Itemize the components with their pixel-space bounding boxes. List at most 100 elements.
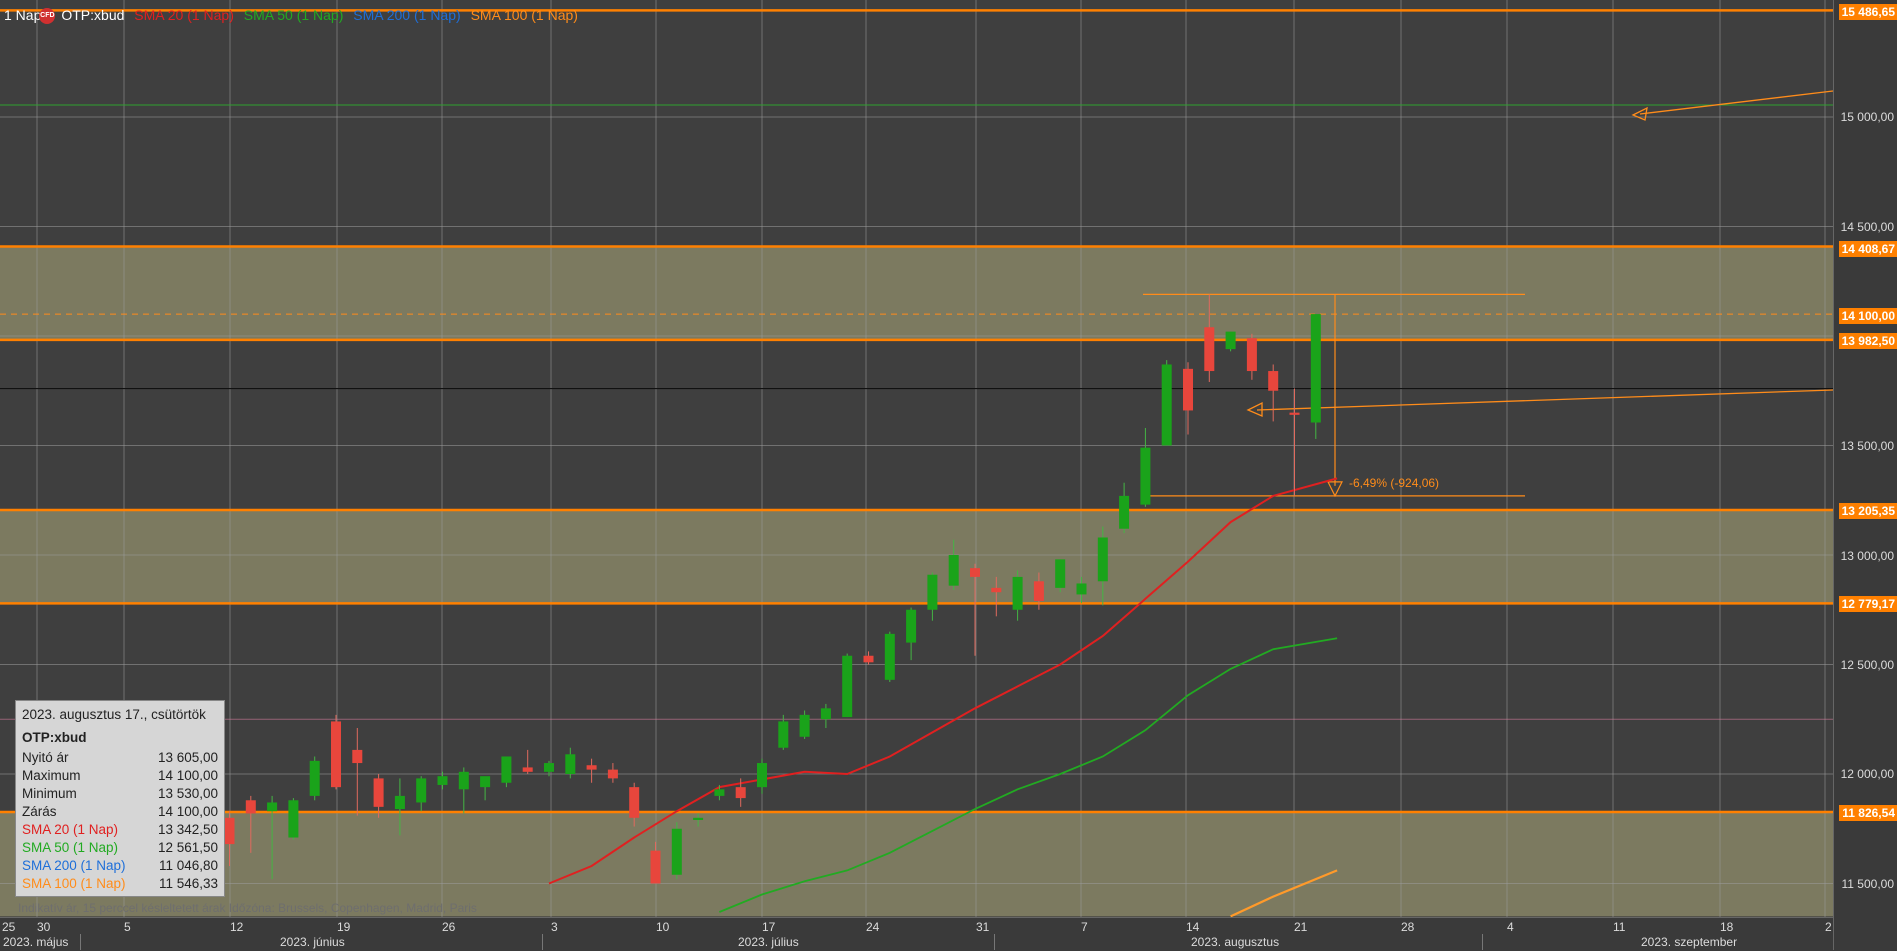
candle-body bbox=[927, 574, 938, 610]
price-axis[interactable]: 15 000,00 14 500,00 13 500,00 13 000,00 … bbox=[1833, 0, 1897, 950]
candle-body bbox=[948, 555, 959, 586]
trend-line bbox=[1256, 389, 1833, 411]
candle-body bbox=[331, 721, 341, 788]
month-label: 2023. szeptember bbox=[1641, 935, 1738, 949]
date-tick: 7 bbox=[1081, 920, 1088, 934]
date-tick: 4 bbox=[1507, 920, 1514, 934]
candle-body bbox=[288, 800, 299, 838]
indicator-sma100-label[interactable]: SMA 100 (1 Nap) bbox=[471, 7, 578, 23]
symbol-label[interactable]: OTP:xbud bbox=[61, 7, 124, 23]
candle-body bbox=[842, 655, 853, 718]
date-tick: 17 bbox=[762, 920, 776, 934]
candle-body bbox=[778, 721, 789, 748]
date-tick: 2 bbox=[1825, 920, 1832, 934]
candle-body bbox=[1161, 364, 1172, 446]
candle-body bbox=[309, 760, 320, 796]
month-separator bbox=[994, 934, 995, 950]
candle-body bbox=[245, 800, 256, 814]
candle-body bbox=[735, 787, 746, 799]
candle-body bbox=[1140, 447, 1151, 505]
date-tick: 25 bbox=[2, 920, 16, 934]
candle-body bbox=[1289, 412, 1300, 415]
info-row-sma20: SMA 20 (1 Nap) 13 342,50 bbox=[22, 822, 218, 837]
candle-body bbox=[394, 795, 405, 810]
info-row-close: Zárás 14 100,00 bbox=[22, 804, 218, 819]
date-tick: 28 bbox=[1401, 920, 1415, 934]
date-tick: 11 bbox=[1613, 920, 1626, 934]
indicator-sma50-label[interactable]: SMA 50 (1 Nap) bbox=[244, 7, 344, 23]
chart-plot-area[interactable]: -6,49% (-924,06) 1 NapCFD OTP:xbud SMA 20… bbox=[0, 0, 1833, 917]
month-label: 2023. június bbox=[280, 935, 345, 949]
candle-body bbox=[991, 587, 1002, 593]
zone-band bbox=[0, 246, 1833, 340]
candle-body bbox=[1183, 368, 1193, 411]
date-tick: 31 bbox=[976, 920, 990, 934]
candle-body bbox=[629, 787, 640, 818]
candle-body bbox=[799, 714, 810, 737]
candle-body bbox=[906, 609, 917, 643]
candle-body bbox=[437, 776, 448, 785]
candle-body bbox=[1310, 314, 1321, 423]
date-tick: 26 bbox=[442, 920, 456, 934]
info-row-sma100: SMA 100 (1 Nap) 11 546,33 bbox=[22, 876, 218, 891]
month-separator bbox=[80, 934, 81, 950]
candle-body bbox=[607, 769, 618, 779]
time-axis[interactable]: 25 30 5 12 19 26 3 10 17 24 31 7 14 21 2… bbox=[0, 917, 1833, 951]
candle-body bbox=[650, 850, 661, 884]
month-separator bbox=[1482, 934, 1483, 950]
info-row-open: Nyitó ár 13 605,00 bbox=[22, 750, 218, 765]
candle-body bbox=[522, 767, 533, 772]
price-level-badge: 14 408,67 bbox=[1838, 241, 1897, 257]
candle-body bbox=[970, 568, 980, 577]
candle-body bbox=[1076, 583, 1087, 595]
date-tick: 14 bbox=[1186, 920, 1200, 934]
date-tick: 3 bbox=[551, 920, 558, 934]
date-tick: 18 bbox=[1720, 920, 1734, 934]
timeframe-label[interactable]: 1 Nap bbox=[4, 7, 41, 23]
candle-body bbox=[586, 765, 597, 770]
candle-body bbox=[1268, 371, 1279, 391]
zone-band bbox=[0, 510, 1833, 604]
indicator-sma200-label[interactable]: SMA 200 (1 Nap) bbox=[353, 7, 460, 23]
candle-body bbox=[352, 749, 363, 764]
candle-body bbox=[884, 633, 895, 680]
date-tick: 10 bbox=[656, 920, 670, 934]
cfd-badge-icon: CFD bbox=[39, 8, 56, 25]
info-row-low: Minimum 13 530,00 bbox=[22, 786, 218, 801]
candle-body bbox=[820, 708, 831, 720]
price-chart[interactable]: -6,49% (-924,06) bbox=[0, 0, 1833, 917]
candle-body bbox=[544, 763, 554, 772]
candle-body bbox=[1055, 559, 1066, 588]
date-tick: 21 bbox=[1294, 920, 1308, 934]
date-tick: 19 bbox=[337, 920, 351, 934]
indicator-sma20-label[interactable]: SMA 20 (1 Nap) bbox=[134, 7, 234, 23]
date-tick: 30 bbox=[37, 920, 51, 934]
price-tick: 11 500,00 bbox=[1841, 877, 1895, 891]
info-row-high: Maximum 14 100,00 bbox=[22, 768, 218, 783]
candle-body bbox=[1097, 537, 1108, 582]
candle-body bbox=[1204, 327, 1215, 372]
candle-body bbox=[373, 778, 384, 807]
price-level-badge: 14 100,00 bbox=[1838, 308, 1897, 324]
info-date: 2023. augusztus 17., csütörtök bbox=[22, 707, 206, 722]
footer-note: Indikatív ár, 15 perccel késleltetett ár… bbox=[18, 901, 477, 915]
candle-body bbox=[267, 802, 278, 812]
candle-body bbox=[671, 828, 682, 875]
month-separator bbox=[542, 934, 543, 950]
price-level-badge: 13 205,35 bbox=[1838, 503, 1897, 519]
price-level-badge: 13 982,50 bbox=[1838, 333, 1897, 349]
price-level-badge: 15 486,65 bbox=[1838, 4, 1897, 20]
candle-body bbox=[693, 817, 704, 820]
price-level-badge: 11 826,54 bbox=[1839, 805, 1897, 821]
info-symbol: OTP:xbud bbox=[22, 730, 87, 745]
date-tick: 5 bbox=[124, 920, 131, 934]
price-tick: 12 500,00 bbox=[1840, 658, 1894, 672]
candle-body bbox=[714, 789, 725, 796]
price-tick: 15 000,00 bbox=[1840, 110, 1894, 124]
candle-body bbox=[1033, 581, 1044, 601]
candle-body bbox=[757, 763, 767, 788]
info-row-sma200: SMA 200 (1 Nap) 11 046,80 bbox=[22, 858, 218, 873]
price-tick: 12 000,00 bbox=[1840, 767, 1894, 781]
candle-body bbox=[224, 817, 235, 845]
trend-line bbox=[1639, 90, 1833, 115]
